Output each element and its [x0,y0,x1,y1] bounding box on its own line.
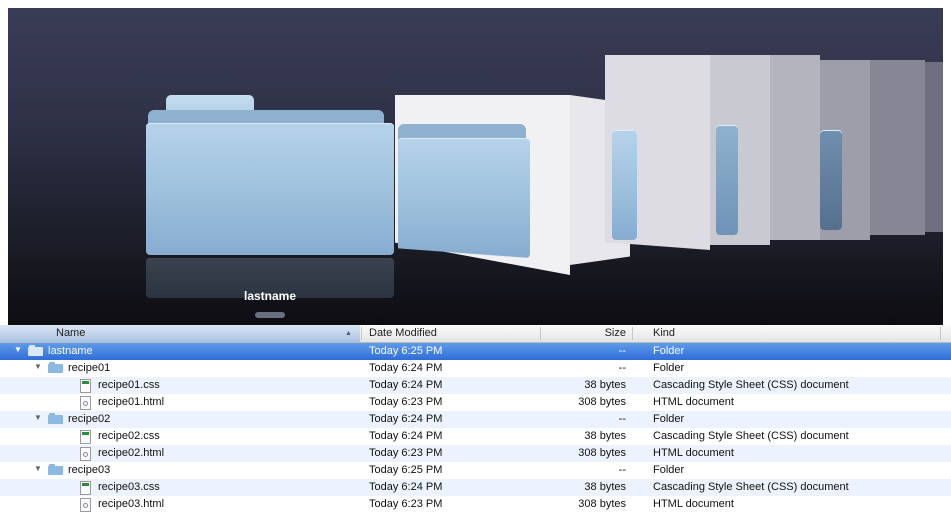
table-row[interactable]: ▼ recipe01 Today 6:24 PM -- Folder [0,360,951,377]
cover-flow-view[interactable]: lastname [0,0,951,325]
row-name: recipe02.html [98,447,165,459]
frame-left [0,0,8,325]
row-size: 38 bytes [584,379,626,391]
row-kind: Folder [653,413,685,425]
row-date-modified: Today 6:23 PM [369,498,443,510]
html-file-icon [80,498,91,512]
row-kind: Cascading Style Sheet (CSS) document [653,430,849,442]
sort-ascending-icon: ▲ [345,330,352,337]
cover-item[interactable] [870,60,925,235]
row-date-modified: Today 6:23 PM [369,396,443,408]
folder-icon [48,413,63,424]
row-kind: HTML document [653,396,734,408]
folder-icon [398,138,530,258]
row-size: 38 bytes [584,481,626,493]
name-header-label: Name [56,327,86,339]
css-file-icon [80,481,91,495]
row-date-modified: Today 6:25 PM [369,464,443,476]
date-header-label[interactable]: Date Modified [369,327,437,339]
row-size: 308 bytes [578,396,626,408]
table-row[interactable]: recipe03.css Today 6:24 PM 38 bytes Cascadi… [0,479,951,496]
row-size: -- [618,362,626,374]
row-date-modified: Today 6:24 PM [369,481,443,493]
cover-flow-floor [0,250,951,325]
size-header-label[interactable]: Size [605,327,626,339]
row-name: lastname [48,345,93,357]
row-size: -- [618,464,626,476]
table-row[interactable]: recipe02.html Today 6:23 PM 308 bytes HTML … [0,445,951,462]
row-date-modified: Today 6:24 PM [369,362,443,374]
row-name: recipe02.css [98,430,160,442]
table-row[interactable]: ▼ recipe02 Today 6:24 PM -- Folder [0,411,951,428]
column-separator[interactable] [540,327,541,340]
table-row[interactable]: ▼ lastname Today 6:25 PM -- Folder [0,343,951,360]
table-row[interactable]: recipe03.html Today 6:23 PM 308 bytes HTML … [0,496,951,513]
row-kind: Cascading Style Sheet (CSS) document [653,379,849,391]
row-kind: Folder [653,464,685,476]
html-file-icon [80,396,91,410]
css-file-icon [80,430,91,444]
row-kind: Folder [653,362,685,374]
disclosure-triangle-icon[interactable]: ▼ [34,413,42,422]
table-row[interactable]: ▼ recipe03 Today 6:25 PM -- Folder [0,462,951,479]
folder-icon [48,464,63,475]
row-date-modified: Today 6:25 PM [369,345,443,357]
row-size: -- [618,345,626,357]
row-size: 308 bytes [578,447,626,459]
cover-flow-scroll-indicator[interactable] [255,312,285,318]
disclosure-triangle-icon[interactable]: ▼ [34,464,42,473]
cover-item[interactable] [925,62,943,232]
kind-header-label[interactable]: Kind [653,327,675,339]
folder-icon [716,125,738,235]
frame-top [0,0,951,8]
folder-icon [48,362,63,373]
row-kind: Cascading Style Sheet (CSS) document [653,481,849,493]
row-kind: HTML document [653,447,734,459]
list-header: Name ▲ Date Modified Size Kind [0,325,951,343]
name-column-header[interactable] [0,325,360,342]
row-kind: HTML document [653,498,734,510]
row-name: recipe01.html [98,396,165,408]
folder-icon [820,130,842,230]
row-name: recipe02 [68,413,111,425]
row-name: recipe01.css [98,379,160,391]
row-date-modified: Today 6:23 PM [369,447,443,459]
row-name: recipe03.html [98,498,165,510]
row-date-modified: Today 6:24 PM [369,413,443,425]
row-kind: Folder [653,345,685,357]
html-file-icon [80,447,91,461]
finder-window: lastname Name ▲ Date Modified Size Kind … [0,0,951,532]
cover-item[interactable] [770,55,820,240]
row-date-modified: Today 6:24 PM [369,430,443,442]
row-name: recipe03 [68,464,111,476]
row-size: 38 bytes [584,430,626,442]
row-size: 308 bytes [578,498,626,510]
row-name: recipe03.css [98,481,160,493]
frame-right [943,0,951,325]
file-list: Name ▲ Date Modified Size Kind ▼ lastname… [0,325,951,532]
row-date-modified: Today 6:24 PM [369,379,443,391]
table-row[interactable]: recipe01.html Today 6:23 PM 308 bytes HTML … [0,394,951,411]
disclosure-triangle-icon[interactable]: ▼ [14,345,22,354]
table-row[interactable]: recipe02.css Today 6:24 PM 38 bytes Cascadi… [0,428,951,445]
column-separator[interactable] [361,327,362,340]
selected-folder-icon[interactable] [146,123,394,255]
folder-icon [612,130,637,240]
table-row[interactable]: recipe01.css Today 6:24 PM 38 bytes Cascadi… [0,377,951,394]
row-name: recipe01 [68,362,111,374]
css-file-icon [80,379,91,393]
row-size: -- [618,413,626,425]
column-separator[interactable] [940,327,941,340]
column-separator[interactable] [632,327,633,340]
folder-icon [28,345,43,356]
cover-flow-caption: lastname [243,289,297,303]
disclosure-triangle-icon[interactable]: ▼ [34,362,42,371]
